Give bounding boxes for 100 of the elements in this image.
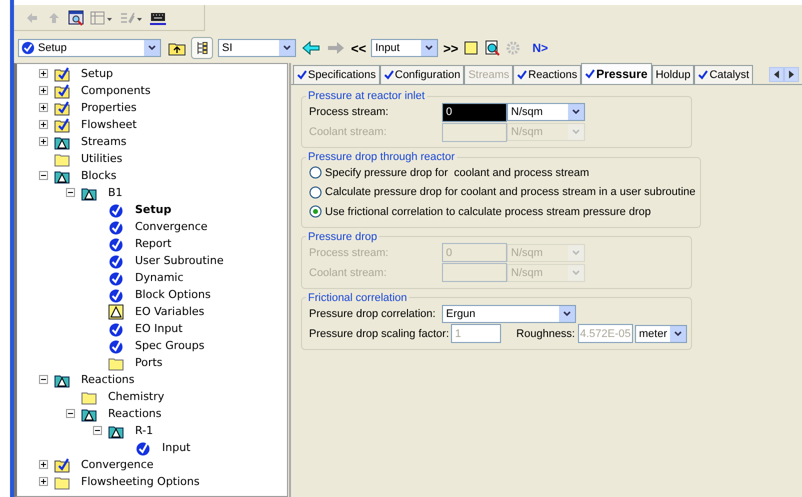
tab[interactable]: Specifications [293,65,380,84]
tree-item[interactable]: Reactions [81,372,135,386]
check-circle-icon [108,270,124,286]
chevron-down-icon [147,43,157,53]
expand-icon[interactable] [39,69,48,78]
form-view-select[interactable]: Input [371,39,438,57]
chevron-down-icon [673,328,683,338]
field-label: Process stream: [309,246,390,258]
notepad-icon[interactable] [463,40,480,56]
check-circle-icon [108,286,124,302]
checked-folder-icon [54,116,70,132]
search-window-icon[interactable] [68,10,84,26]
tree-item[interactable]: Streams [81,134,127,148]
checked-folder-icon [54,100,70,116]
tree-item[interactable]: EO Variables [135,304,204,318]
tree-item[interactable]: Properties [81,100,137,114]
radio-button[interactable] [309,186,322,199]
check-icon [297,70,307,80]
check-icon [585,69,596,79]
chevron-down-icon [282,43,292,53]
tree-item[interactable]: Setup [135,202,172,216]
tree-item[interactable]: Chemistry [108,390,164,404]
units-select[interactable]: SI [218,39,296,57]
scroll-left-icon[interactable] [769,67,784,82]
check-circle-icon [108,252,124,268]
tab[interactable]: Pressure [581,63,652,84]
correlation-select[interactable]: Ergun [442,304,576,322]
collapse-icon[interactable] [93,426,102,435]
checked-folder-icon [54,456,70,472]
next-button[interactable]: >> [443,40,458,56]
check-circle-icon [108,218,124,234]
check-icon [517,70,528,80]
next-step-button[interactable]: N> [532,41,548,55]
expand-icon[interactable] [39,137,48,146]
tab[interactable]: Configuration [380,65,464,84]
checked-folder-icon [54,82,70,98]
check-circle-icon [108,338,124,354]
radio-button[interactable] [309,205,322,218]
tree-item[interactable]: Flowsheet [81,118,137,132]
previous-button[interactable]: << [351,40,366,56]
tree-item[interactable]: EO Input [135,322,183,336]
unit-select[interactable]: meter [635,324,687,342]
expand-icon[interactable] [39,477,48,486]
field-label: Pressure drop correlation: [309,308,437,320]
tree-item[interactable]: Flowsheeting Options [81,474,200,488]
radio-label[interactable]: Calculate pressure drop for coolant and process stream in a user subroutine [325,186,696,198]
tree-item[interactable]: Block Options [135,288,211,302]
unit-select[interactable]: N/sqm [507,103,585,121]
collapse-icon[interactable] [66,188,75,197]
check-icon [698,70,708,80]
collapse-icon[interactable] [66,409,75,418]
group-title: Pressure at reactor inlet [307,90,426,102]
checked-folder-icon [54,66,70,82]
expand-icon[interactable] [39,120,48,129]
tab[interactable]: Holdup [652,65,694,84]
form-select[interactable]: Setup [18,39,161,57]
tree-view-icon[interactable] [191,37,213,59]
tree-item[interactable]: Report [135,236,172,250]
field-label: Coolant stream: [309,266,388,278]
scroll-right-icon[interactable] [784,67,799,82]
expand-icon[interactable] [39,460,48,469]
tree-item[interactable]: Setup [81,66,114,80]
expand-icon[interactable] [39,86,48,95]
tree-item[interactable]: R-1 [135,424,154,438]
collapse-icon[interactable] [39,375,48,384]
radio-label[interactable]: Use frictional correlation to calculate process stream pressure drop [325,206,651,218]
tree-item[interactable]: Input [162,440,190,454]
value-field[interactable] [442,263,507,282]
tree-item[interactable]: Spec Groups [135,338,204,352]
tab[interactable]: Catalyst [694,65,754,84]
tree-item[interactable]: Dynamic [135,270,184,284]
group-title: Frictional correlation [307,292,408,304]
search-document-icon[interactable] [484,40,500,56]
tree-item[interactable]: Convergence [135,220,208,234]
back-arrow-icon[interactable] [301,40,321,56]
tree-item[interactable]: Utilities [81,152,122,166]
value-field[interactable]: 0 [442,102,507,122]
check-circle-icon [108,236,124,252]
check-circle-icon [108,202,124,218]
radio-label[interactable]: Specify pressure drop for coolant and process stream [325,166,590,179]
check-circle-icon [135,440,151,456]
value-field[interactable] [442,122,507,142]
tab[interactable]: Reactions [513,65,582,84]
expand-icon[interactable] [39,103,48,112]
tree-item[interactable]: Reactions [108,406,162,420]
field-label: Process stream: [309,106,390,118]
collapse-icon[interactable] [39,171,48,180]
warning-icon [108,304,124,320]
field-label: Pressure drop scaling factor: [309,328,450,340]
tree-item[interactable]: Ports [135,356,163,370]
tree-item[interactable]: User Subroutine [135,254,224,268]
tree-item[interactable]: Components [81,84,151,98]
tree-item[interactable]: B1 [108,186,123,200]
tree-item[interactable]: Convergence [81,458,154,472]
group-title: Pressure drop [307,230,378,242]
chevron-down-icon [424,43,434,53]
check-circle-icon [108,320,124,336]
tree-item[interactable]: Blocks [81,168,116,182]
radio-button[interactable] [309,166,322,180]
check-circle-icon [21,41,35,55]
